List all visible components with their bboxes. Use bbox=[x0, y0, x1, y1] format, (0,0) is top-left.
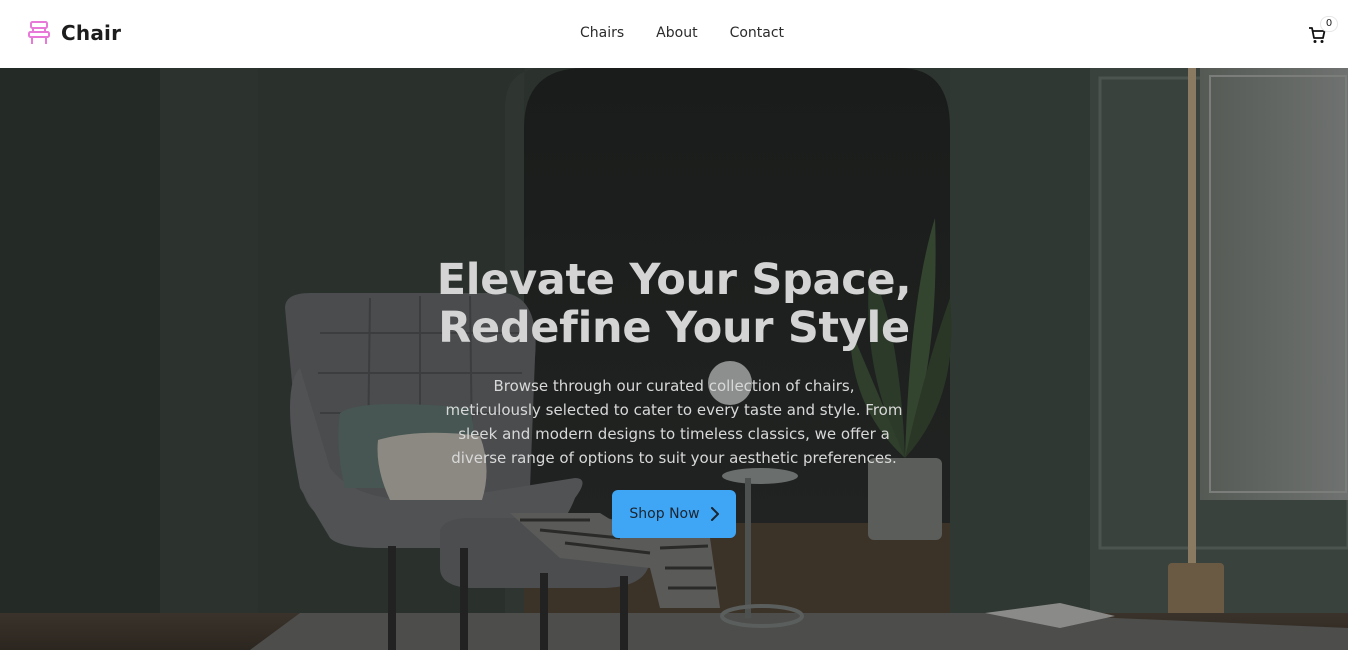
main-nav: Chairs About Contact bbox=[580, 25, 784, 41]
chair-icon bbox=[28, 21, 50, 44]
nav-link-chairs[interactable]: Chairs bbox=[580, 25, 624, 41]
cart-count-badge: 0 bbox=[1320, 16, 1338, 32]
chevron-right-icon bbox=[710, 507, 719, 521]
nav-link-contact[interactable]: Contact bbox=[730, 25, 784, 41]
hero-title-line1: Elevate Your Space, bbox=[436, 255, 912, 305]
hero-title: Elevate Your Space, Redefine Your Style bbox=[414, 256, 934, 352]
hero-section: Elevate Your Space, Redefine Your Style … bbox=[0, 68, 1348, 650]
hero-description: Browse through our curated collection of… bbox=[445, 377, 903, 467]
cart-button[interactable]: 0 bbox=[1306, 16, 1338, 48]
nav-link-about[interactable]: About bbox=[656, 25, 697, 41]
brand-name: Chair bbox=[61, 21, 122, 45]
hero-title-line2: Redefine Your Style bbox=[438, 303, 910, 353]
shop-now-button[interactable]: Shop Now bbox=[612, 490, 736, 538]
shop-now-label: Shop Now bbox=[629, 506, 700, 522]
top-navbar: Chair Chairs About Contact 0 bbox=[0, 0, 1348, 68]
hero-content: Elevate Your Space, Redefine Your Style … bbox=[0, 68, 1348, 650]
brand-logo[interactable]: Chair bbox=[27, 20, 121, 46]
